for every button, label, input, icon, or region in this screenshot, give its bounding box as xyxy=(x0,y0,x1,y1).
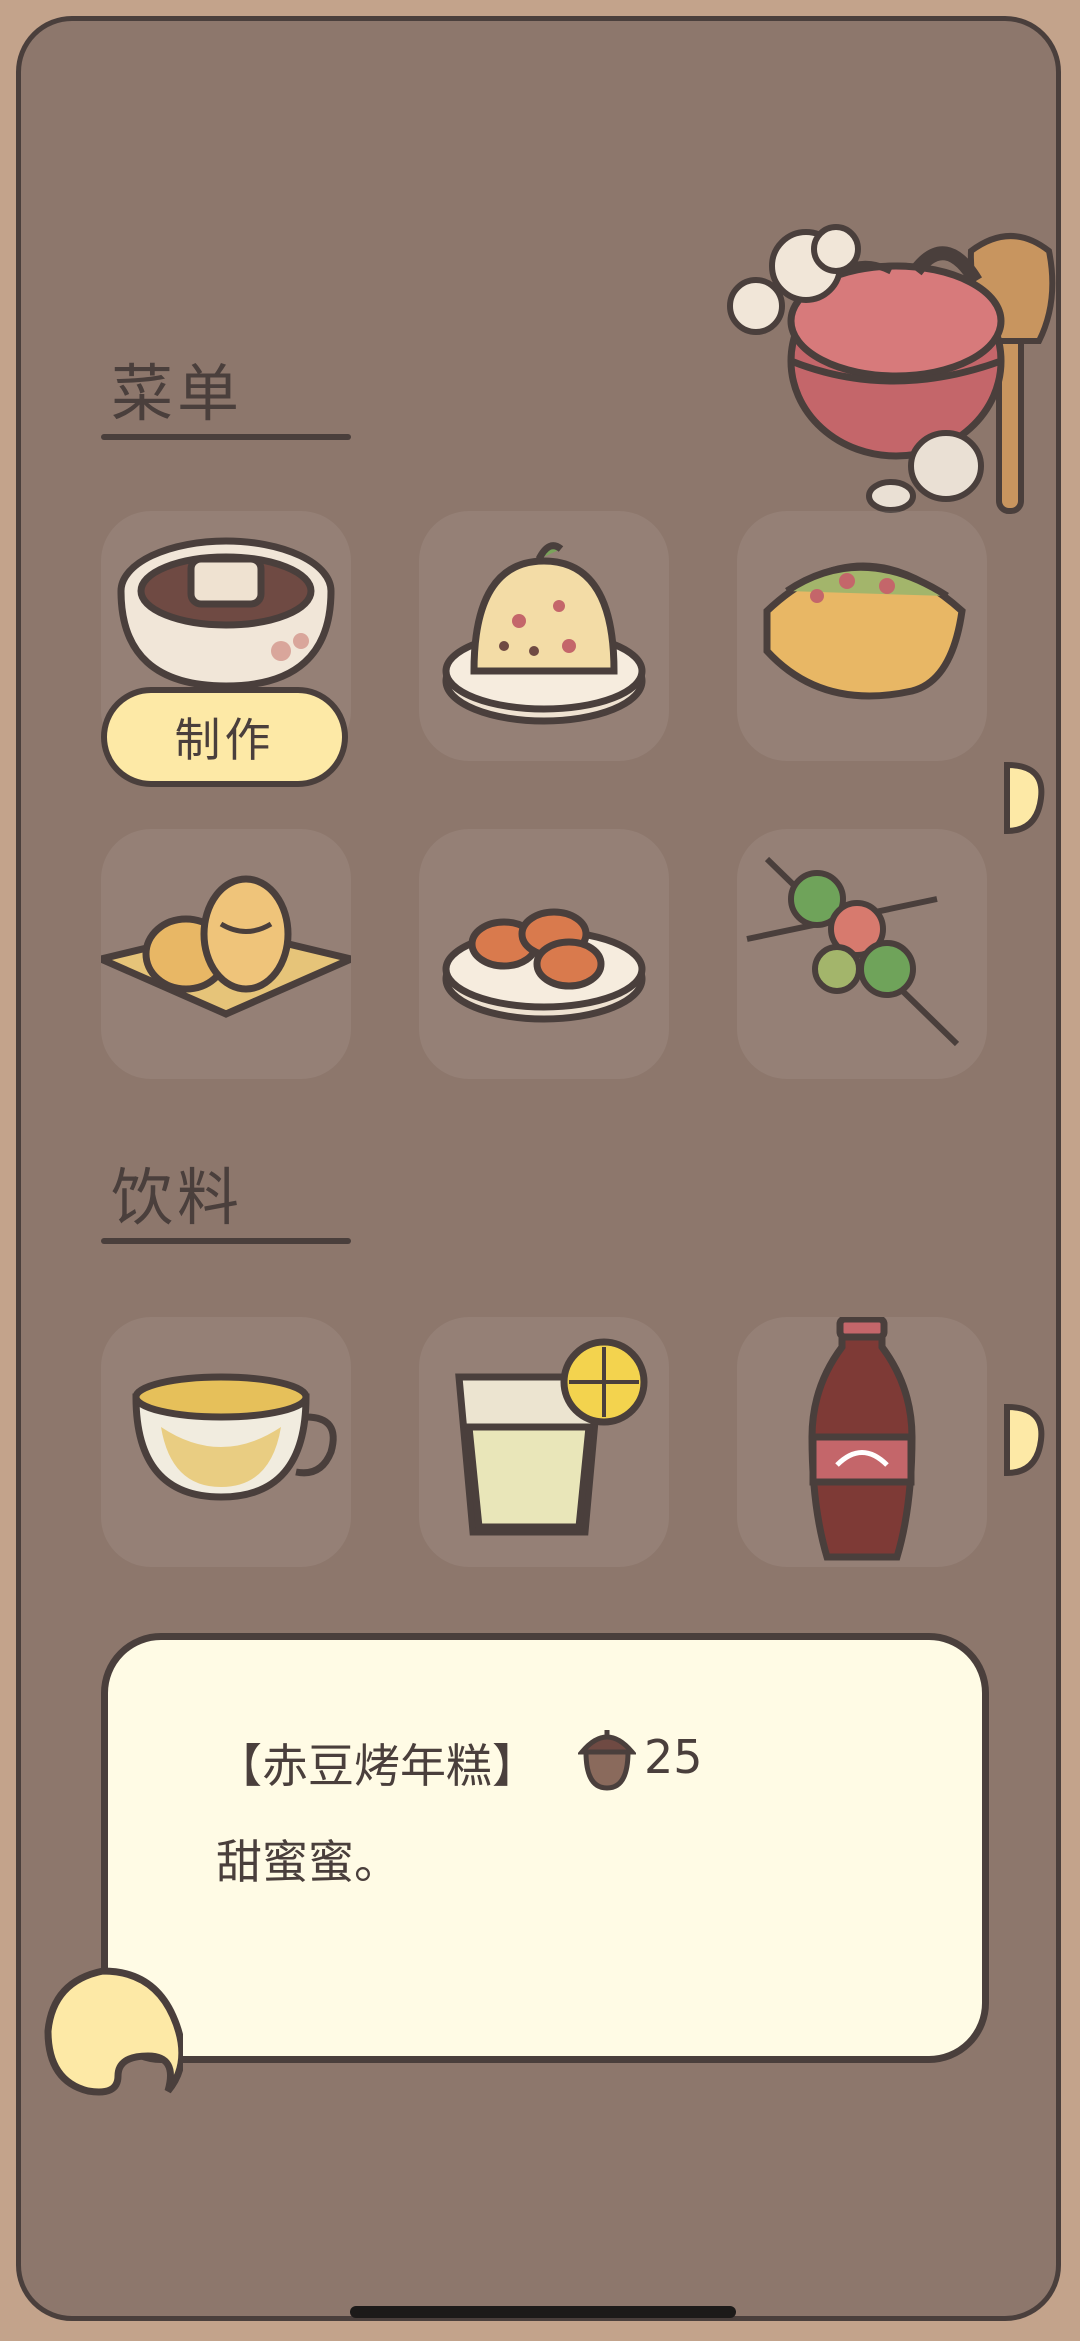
home-indicator[interactable] xyxy=(350,2306,736,2318)
acorn-icon xyxy=(578,1730,636,1791)
drink-item-lemonade[interactable] xyxy=(419,1317,669,1567)
item-price: 25 xyxy=(644,1730,703,1784)
food-item-skewers[interactable] xyxy=(737,829,987,1079)
menu-panel: 菜单 制作 饮料 【赤豆烤年糕】 25 甜蜜蜜。 xyxy=(16,16,1061,2321)
title-underline xyxy=(101,1238,351,1244)
drink-item-cola[interactable] xyxy=(737,1317,987,1567)
drink-item-tea[interactable] xyxy=(101,1317,351,1567)
make-button[interactable]: 制作 xyxy=(101,687,348,787)
next-page-arrow-icon[interactable] xyxy=(1001,1401,1045,1479)
food-item-dumplings[interactable] xyxy=(419,829,669,1079)
speech-tail-icon xyxy=(44,1967,183,2096)
taiyaki-icon xyxy=(101,875,351,1018)
next-page-arrow-icon[interactable] xyxy=(1001,759,1045,837)
cooking-pot-icon xyxy=(727,224,1056,514)
drink-section-title: 饮料 xyxy=(111,1161,244,1234)
cola-bottle-icon xyxy=(808,1317,916,1561)
title-underline xyxy=(101,434,351,440)
tea-cup-icon xyxy=(132,1373,337,1501)
item-name: 【赤豆烤年糕】 xyxy=(216,1739,538,1793)
item-detail-box: 【赤豆烤年糕】 25 甜蜜蜜。 xyxy=(101,1633,989,2063)
food-section-title: 菜单 xyxy=(111,357,244,430)
food-item-fried-rice[interactable] xyxy=(419,511,669,761)
taco-icon xyxy=(763,562,966,700)
dumplings-icon xyxy=(442,908,646,1023)
food-item-taco[interactable] xyxy=(737,511,987,761)
fried-rice-icon xyxy=(442,542,646,725)
item-description: 甜蜜蜜。 xyxy=(216,1835,400,1889)
skewers-icon xyxy=(746,856,960,1047)
food-item-taiyaki[interactable] xyxy=(101,829,351,1079)
lemonade-icon xyxy=(455,1338,648,1536)
